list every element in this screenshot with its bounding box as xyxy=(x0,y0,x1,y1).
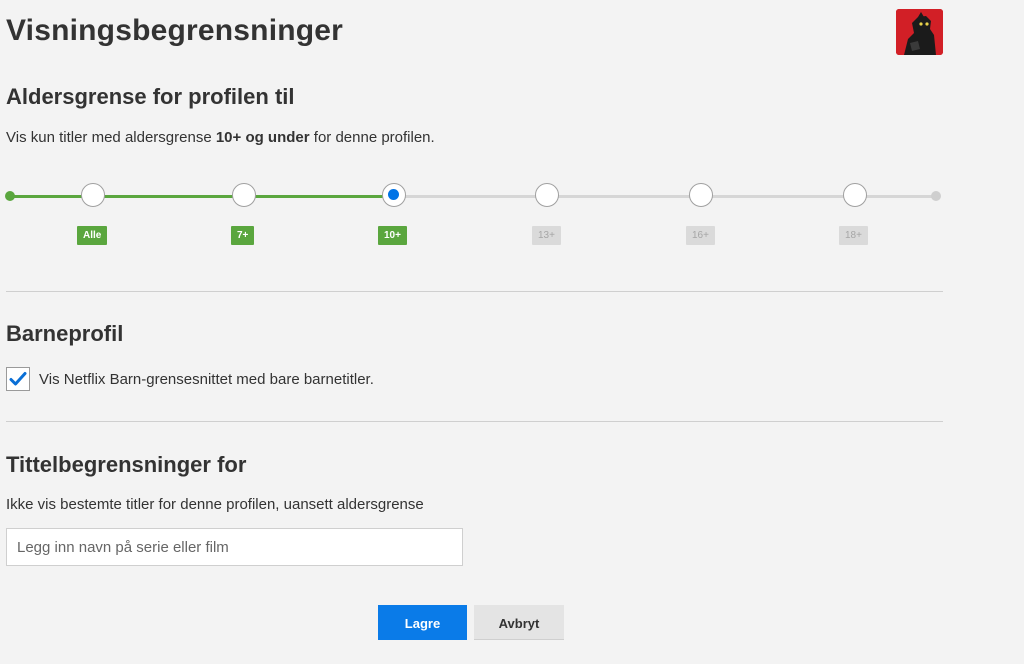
slider-track-active[interactable] xyxy=(10,195,394,198)
desc-prefix: Vis kun titler med aldersgrense xyxy=(6,129,216,146)
kids-profile-label[interactable]: Vis Netflix Barn-grensesnittet med bare … xyxy=(39,371,374,388)
cancel-button[interactable]: Avbryt xyxy=(474,605,564,640)
age-tag-13[interactable]: 13+ xyxy=(532,226,561,245)
profile-avatar[interactable] xyxy=(896,9,943,55)
slider-end-dot xyxy=(931,191,941,201)
title-search-input[interactable] xyxy=(6,528,463,566)
section-divider xyxy=(6,421,943,422)
age-knob-16[interactable] xyxy=(689,183,713,207)
kids-profile-heading: Barneprofil xyxy=(6,321,124,346)
age-knob-18[interactable] xyxy=(843,183,867,207)
age-tag-alle[interactable]: Alle xyxy=(77,226,108,245)
age-tag-10[interactable]: 10+ xyxy=(378,226,407,245)
title-restrictions-description: Ikke vis bestemte titler for denne profi… xyxy=(6,496,424,513)
age-knob-7[interactable] xyxy=(232,183,256,207)
age-tag-7[interactable]: 7+ xyxy=(231,226,255,245)
age-knob-13[interactable] xyxy=(535,183,559,207)
save-button[interactable]: Lagre xyxy=(378,605,467,640)
section-divider xyxy=(6,291,943,292)
kids-profile-checkbox[interactable] xyxy=(6,367,30,391)
title-restrictions-heading: Tittelbegrensninger for xyxy=(6,452,247,477)
age-knob-10-selected[interactable] xyxy=(382,183,406,207)
age-tag-18[interactable]: 18+ xyxy=(839,226,868,245)
desc-bold: 10+ og under xyxy=(215,129,310,146)
age-knob-alle[interactable] xyxy=(81,183,105,207)
page-title: Visningsbegrensninger xyxy=(6,14,344,47)
checkmark-icon xyxy=(9,372,27,386)
desc-suffix: for denne profilen. xyxy=(309,129,435,146)
age-tag-16[interactable]: 16+ xyxy=(686,226,715,245)
slider-start-dot xyxy=(5,191,15,201)
avatar-character-icon xyxy=(896,9,943,55)
age-limit-heading: Aldersgrense for profilen til xyxy=(6,84,295,109)
age-limit-description: Vis kun titler med aldersgrense 10+ og u… xyxy=(6,129,435,146)
